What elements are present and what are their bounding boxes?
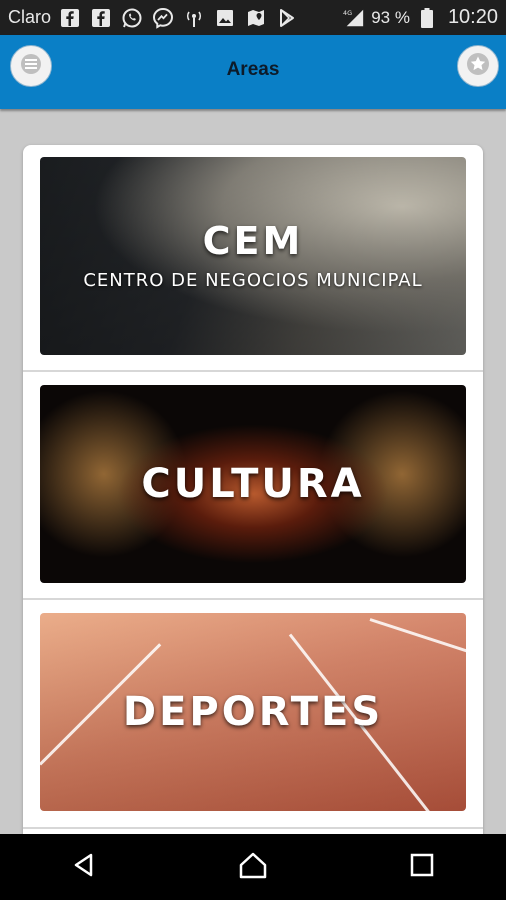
back-icon — [71, 852, 97, 883]
maps-icon — [245, 7, 267, 29]
clock: 10:20 — [447, 6, 498, 28]
system-status: 4G 93 % 10:20 — [343, 6, 498, 29]
battery-percent: 93 % — [371, 7, 410, 27]
app-bar: Areas — [0, 35, 506, 109]
areas-list: CEM CENTRO DE NEGOCIOS MUNICIPAL CULTURA… — [23, 145, 483, 845]
favorites-button[interactable] — [457, 45, 499, 87]
divider — [23, 370, 483, 372]
area-title: CULTURA — [141, 461, 365, 507]
messenger-icon — [152, 7, 174, 29]
recents-button[interactable] — [402, 847, 442, 887]
antenna-icon — [183, 7, 205, 29]
notification-icons — [59, 7, 298, 29]
divider — [23, 827, 483, 829]
star-icon — [466, 52, 490, 81]
battery-icon — [416, 7, 438, 29]
signal-icon: 4G — [343, 7, 365, 29]
back-button[interactable] — [64, 847, 104, 887]
status-bar: Claro 4G 93 % 10:20 — [0, 0, 506, 35]
image-icon — [214, 7, 236, 29]
area-title: CEM — [202, 218, 304, 263]
home-icon — [238, 851, 268, 884]
carrier-label: Claro — [8, 7, 52, 27]
navigation-bar — [0, 834, 506, 900]
recents-icon — [409, 852, 435, 883]
whatsapp-icon — [121, 7, 143, 29]
page-title: Areas — [226, 59, 280, 80]
area-title: DEPORTES — [122, 689, 384, 735]
home-button[interactable] — [233, 847, 273, 887]
track-line — [369, 618, 466, 659]
svg-text:4G: 4G — [343, 9, 352, 17]
play-store-icon — [276, 7, 298, 29]
area-subtitle: CENTRO DE NEGOCIOS MUNICIPAL — [83, 270, 423, 292]
area-item-cem[interactable]: CEM CENTRO DE NEGOCIOS MUNICIPAL — [40, 157, 466, 355]
divider — [23, 598, 483, 600]
area-item-deportes[interactable]: DEPORTES — [40, 613, 466, 811]
facebook-icon — [59, 7, 81, 29]
facebook-icon — [90, 7, 112, 29]
area-item-cultura[interactable]: CULTURA — [40, 385, 466, 583]
